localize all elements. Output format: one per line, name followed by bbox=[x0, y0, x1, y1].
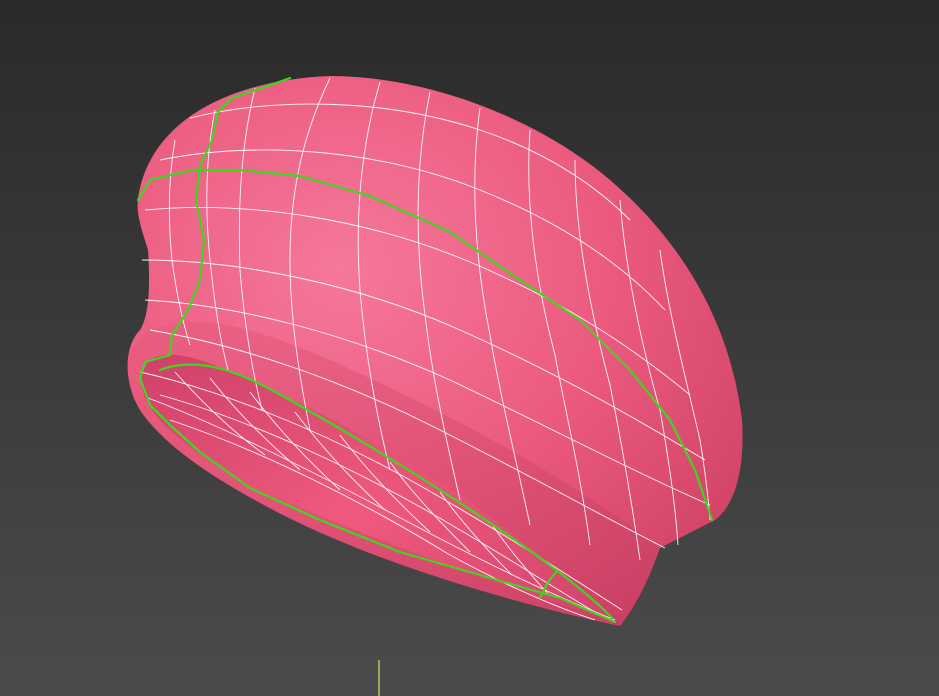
3d-viewport[interactable] bbox=[0, 0, 939, 696]
viewport-canvas[interactable] bbox=[0, 0, 939, 696]
